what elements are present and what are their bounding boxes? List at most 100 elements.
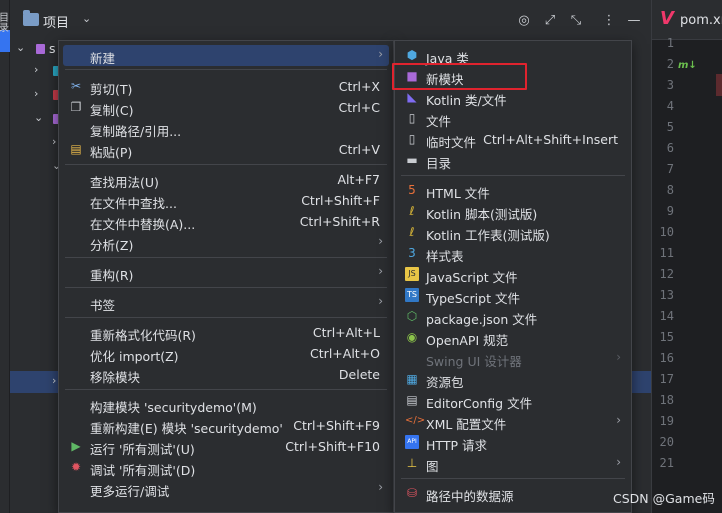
menu-item-label: 重构(R): [90, 268, 134, 283]
submenu-item-label: HTML 文件: [426, 186, 490, 201]
menu-item-build-module[interactable]: 构建模块 'securitydemo'(M): [63, 394, 389, 415]
menu-item-rebuild-module[interactable]: 重新构建(E) 模块 'securitydemo' Ctrl+Shift+F9: [63, 415, 389, 436]
line-number: 5: [666, 120, 674, 134]
menu-item-copy-path[interactable]: 复制路径/引用...: [63, 118, 389, 139]
debug-icon: ✹: [70, 460, 82, 474]
menu-item-reformat-code[interactable]: 重新格式化代码(R) Ctrl+Alt+L: [63, 322, 389, 343]
line-number: 10: [659, 225, 674, 239]
expand-icon[interactable]: ⤢: [541, 11, 559, 29]
menu-item-remove-module[interactable]: 移除模块 Delete: [63, 364, 389, 385]
menu-item-cut[interactable]: ✂ 剪切(T) Ctrl+X: [63, 76, 389, 97]
editor-tab[interactable]: V pom.xml: [652, 0, 722, 40]
submenu-item-kotlin-class[interactable]: ◣ Kotlin 类/文件: [399, 87, 627, 108]
submenu-item-file[interactable]: ▯ 文件: [399, 108, 627, 129]
submenu-item-swing-ui-designer: Swing UI 设计器 ›: [399, 348, 627, 369]
submenu-item-editorconfig[interactable]: ▤ EditorConfig 文件: [399, 390, 627, 411]
menu-item-run-all-tests[interactable]: ▶ 运行 '所有测试'(U) Ctrl+Shift+F10: [63, 436, 389, 457]
menu-separator: [65, 389, 387, 390]
scissors-icon: ✂: [70, 79, 82, 93]
clipboard-icon: ▤: [70, 142, 82, 156]
submenu-item-html-file[interactable]: 5 HTML 文件: [399, 180, 627, 201]
left-tool-strip: 目录: [0, 0, 10, 513]
chevron-right-icon[interactable]: ›: [52, 135, 56, 148]
submenu-item-openapi[interactable]: ◉ OpenAPI 规范: [399, 327, 627, 348]
menu-item-optimize-imports[interactable]: 优化 import(Z) Ctrl+Alt+O: [63, 343, 389, 364]
menu-item-refactor[interactable]: 重构(R) ›: [63, 262, 389, 283]
project-root-name: s: [49, 41, 56, 56]
chevron-down-icon[interactable]: ⌄: [16, 41, 25, 54]
submenu-item-directory[interactable]: ▬ 目录: [399, 150, 627, 171]
menu-item-label: 重新构建(E) 模块 'securitydemo': [90, 421, 283, 436]
submenu-item-shortcut: Ctrl+Alt+Shift+Insert: [483, 132, 618, 147]
menu-item-find-in-files[interactable]: 在文件中查找... Ctrl+Shift+F: [63, 190, 389, 211]
maven-marker-icon[interactable]: m↓: [678, 60, 697, 71]
line-number: 12: [659, 267, 674, 281]
menu-item-label: 分析(Z): [90, 238, 134, 253]
submenu-item-scratch-file[interactable]: ▯ 临时文件 Ctrl+Alt+Shift+Insert: [399, 129, 627, 150]
menu-item-new[interactable]: 新建 ›: [63, 45, 389, 66]
java-class-icon: ⬢: [406, 48, 418, 62]
menu-item-copy[interactable]: ❐ 复制(C) Ctrl+C: [63, 97, 389, 118]
chevron-down-icon[interactable]: ⌄: [34, 111, 43, 124]
menu-separator: [65, 317, 387, 318]
menu-item-label: 在文件中查找...: [90, 196, 177, 211]
menu-separator: [65, 164, 387, 165]
chevron-right-icon[interactable]: ›: [52, 374, 56, 387]
collapse-icon[interactable]: ⤡: [567, 11, 585, 29]
nodejs-icon: ⬡: [406, 309, 418, 323]
more-icon[interactable]: ⋮: [600, 11, 618, 29]
submenu-item-typescript[interactable]: TS TypeScript 文件: [399, 285, 627, 306]
chevron-down-icon[interactable]: ⌄: [82, 12, 91, 25]
menu-item-label: 更多运行/调试: [90, 484, 170, 499]
editor-panel: V pom.xml m↓ 1 2 3 4 5 6 7 8 9 10 11 12 …: [651, 0, 722, 513]
chevron-right-icon: ›: [378, 294, 383, 308]
menu-item-label: 新建: [90, 51, 116, 66]
line-number: 6: [666, 141, 674, 155]
project-panel-title[interactable]: 项目: [43, 12, 69, 31]
submenu-item-kotlin-worksheet[interactable]: ℓ Kotlin 工作表(测试版): [399, 222, 627, 243]
menu-item-more-run-debug[interactable]: 更多运行/调试 ›: [63, 478, 389, 499]
project-tool-label: 目录: [0, 13, 9, 34]
target-icon[interactable]: ◎: [515, 11, 533, 29]
line-number: 1: [666, 36, 674, 50]
html-icon: 5: [408, 183, 416, 197]
submenu-item-resource-bundle[interactable]: ▦ 资源包: [399, 369, 627, 390]
submenu-item-stylesheet[interactable]: 3 样式表: [399, 243, 627, 264]
menu-item-label: 移除模块: [90, 370, 141, 385]
line-number: 2: [666, 57, 674, 71]
submenu-item-http-request[interactable]: API HTTP 请求: [399, 432, 627, 453]
menu-item-analyze[interactable]: 分析(Z) ›: [63, 232, 389, 253]
javascript-icon: JS: [405, 267, 419, 281]
annotation-highlight-box: [392, 63, 527, 90]
minimize-icon[interactable]: —: [625, 11, 643, 29]
file-icon: ▯: [408, 111, 416, 125]
submenu-item-label: 文件: [426, 114, 452, 129]
editor-tab-filename[interactable]: pom.xml: [680, 13, 722, 28]
submenu-item-kotlin-script[interactable]: ℓ Kotlin 脚本(测试版): [399, 201, 627, 222]
menu-item-find-usages[interactable]: 查找用法(U) Alt+F7: [63, 169, 389, 190]
menu-item-bookmarks[interactable]: 书签 ›: [63, 292, 389, 313]
chevron-right-icon[interactable]: ›: [34, 63, 38, 76]
chevron-right-icon[interactable]: ›: [34, 87, 38, 100]
new-submenu: ⬢ Java 类 ■ 新模块 ◣ Kotlin 类/文件 ▯ 文件 ▯ 临时文件…: [394, 40, 632, 513]
menu-item-paste[interactable]: ▤ 粘贴(P) Ctrl+V: [63, 139, 389, 160]
submenu-item-datasource[interactable]: ⛁ 路径中的数据源: [399, 483, 627, 504]
line-number: 8: [666, 183, 674, 197]
menu-item-label: 在文件中替换(A)...: [90, 217, 196, 232]
menu-item-replace-in-files[interactable]: 在文件中替换(A)... Ctrl+Shift+R: [63, 211, 389, 232]
project-toolbar: 项目 ⌄ ◎ ⤢ ⤡ ⋮ —: [10, 0, 651, 40]
submenu-item-xml-config[interactable]: </> XML 配置文件 ›: [399, 411, 627, 432]
chevron-right-icon: ›: [378, 234, 383, 248]
menu-item-shortcut: Ctrl+Shift+F10: [285, 439, 380, 454]
submenu-item-diagram[interactable]: ⊥ 图 ›: [399, 453, 627, 474]
menu-item-shortcut: Ctrl+V: [338, 142, 380, 157]
menu-item-shortcut: Alt+F7: [337, 172, 380, 187]
menu-separator: [401, 478, 625, 479]
menu-item-shortcut: Ctrl+C: [338, 100, 380, 115]
menu-item-debug-all-tests[interactable]: ✹ 调试 '所有测试'(D): [63, 457, 389, 478]
submenu-item-package-json[interactable]: ⬡ package.json 文件: [399, 306, 627, 327]
submenu-item-javascript[interactable]: JS JavaScript 文件: [399, 264, 627, 285]
module-folder-icon: [36, 44, 45, 54]
submenu-item-label: TypeScript 文件: [426, 291, 520, 306]
chevron-right-icon: ›: [378, 47, 383, 61]
